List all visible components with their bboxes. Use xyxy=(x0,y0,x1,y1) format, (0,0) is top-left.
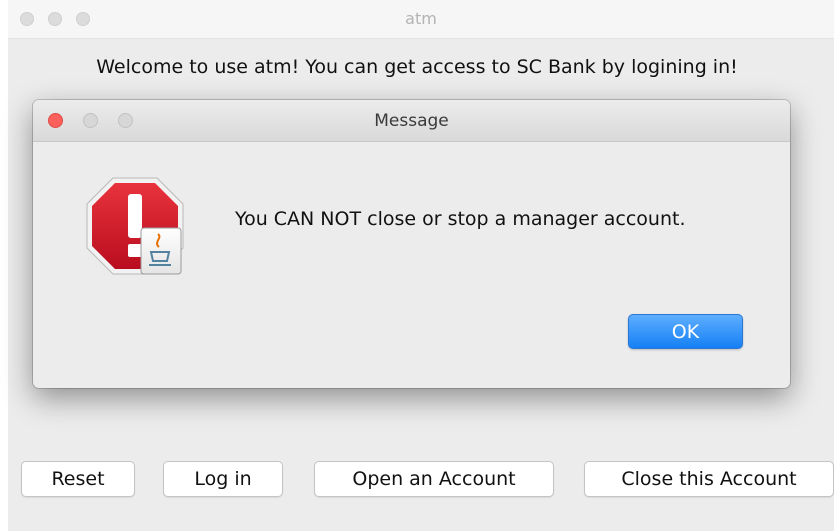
reset-button[interactable]: Reset xyxy=(21,461,135,497)
close-account-button[interactable]: Close this Account xyxy=(584,461,834,497)
open-account-button[interactable]: Open an Account xyxy=(314,461,554,497)
dialog-message: You CAN NOT close or stop a manager acco… xyxy=(235,208,686,230)
stop-alert-icon xyxy=(86,177,184,275)
login-button[interactable]: Log in xyxy=(163,461,283,497)
ok-button[interactable]: OK xyxy=(628,314,743,349)
dialog-titlebar[interactable]: Message xyxy=(33,100,790,142)
message-dialog: Message You CAN NOT close or stop a mana… xyxy=(33,100,790,388)
window-titlebar[interactable]: atm xyxy=(8,0,834,39)
window-title: atm xyxy=(405,9,437,28)
java-badge-icon xyxy=(140,227,182,275)
dialog-title: Message xyxy=(374,111,449,131)
welcome-text: Welcome to use atm! You can get access t… xyxy=(96,56,738,78)
